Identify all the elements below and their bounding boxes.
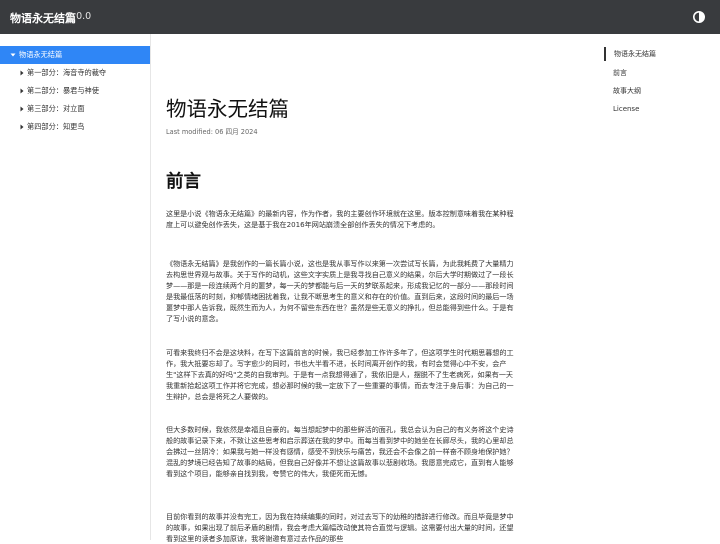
sidebar-item-part-2[interactable]: 第二部分：暴君与神使 [0, 82, 150, 100]
toc-item-preface[interactable]: 前言 [605, 66, 715, 80]
chevron-right-icon[interactable] [18, 118, 26, 136]
chevron-right-icon[interactable] [18, 64, 26, 82]
toc-item-outline[interactable]: 故事大纲 [605, 84, 715, 98]
sidebar-item-label: 第二部分：暴君与神使 [27, 86, 99, 95]
section-heading-preface: 前言 [166, 172, 201, 192]
paragraph: 目前你看到的故事并没有完工，因为我在持续编集的同时，对过去写下的幼稚的措辞进行修… [166, 512, 514, 543]
toc-item-label: License [613, 105, 640, 113]
paragraph: 可看来我终归不会是这块料，在写下这篇前言的时候，我已经参加工作许多年了，但这项学… [166, 348, 514, 401]
paragraph: 这里是小说《物语永无结篇》的最新内容，作为作者，我的主要创作环境就在这里。版本控… [166, 209, 514, 229]
sidebar-item-part-3[interactable]: 第三部分：对立面 [0, 100, 150, 118]
paragraph: 《物语永无结篇》是我创作的一篇长篇小说，这也是我从事写作以来第一次尝试写长篇，为… [166, 259, 514, 323]
sidebar-item-part-1[interactable]: 第一部分：海音寺的裁夺 [0, 64, 150, 82]
toc-item-label: 故事大纲 [613, 87, 641, 95]
paragraph: 但大多数时候，我依然是幸福且自豪的。每当想起梦中的那些鲜活的面孔，我总会认为自己… [166, 425, 514, 478]
chevron-right-icon[interactable] [18, 100, 26, 118]
chevron-down-icon[interactable] [9, 46, 17, 64]
sidebar-item-label: 第一部分：海音寺的裁夺 [27, 68, 107, 77]
contrast-icon[interactable] [692, 10, 706, 24]
page-title: 物语永无结篇 [166, 97, 289, 121]
sidebar-item-part-4[interactable]: 第四部分：知更鸟 [0, 118, 150, 136]
toc-item-label: 物语永无结篇 [614, 50, 656, 58]
toc-item-license[interactable]: License [605, 102, 715, 116]
sidebar-item-label: 物语永无结篇 [19, 50, 63, 59]
top-bar: 物语永无结篇 1.0.0 [0, 0, 720, 34]
toc-item-title[interactable]: 物语永无结篇 [604, 47, 716, 61]
toc-item-label: 前言 [613, 69, 627, 77]
sidebar: 物语永无结篇 第一部分：海音寺的裁夺 第二部分：暴君与神使 第三部分：对立面 第… [0, 34, 151, 540]
sidebar-item-label: 第三部分：对立面 [27, 104, 85, 113]
sidebar-item-main[interactable]: 物语永无结篇 [0, 46, 150, 64]
last-modified: Last modified: 06 四月 2024 [166, 128, 258, 136]
sidebar-item-label: 第四部分：知更鸟 [27, 122, 85, 131]
chevron-right-icon[interactable] [18, 82, 26, 100]
site-version: 1.0.0 [67, 11, 92, 22]
